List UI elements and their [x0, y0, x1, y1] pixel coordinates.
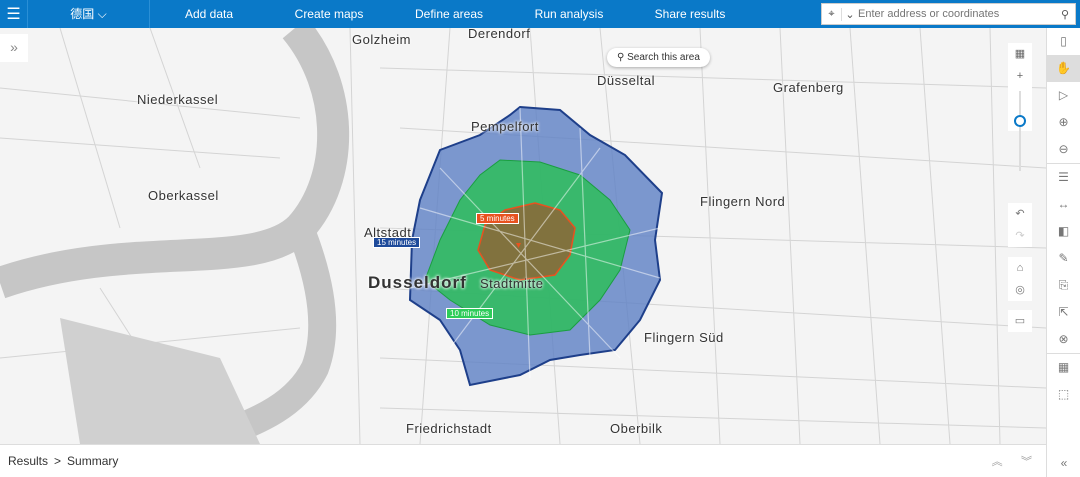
breadcrumb-results[interactable]: Results [8, 454, 48, 468]
qr-code-icon[interactable]: ▦ [1015, 43, 1025, 65]
search-area-label: Search this area [627, 52, 700, 63]
isochrone-label-15: 15 minutes [373, 237, 421, 248]
address-input[interactable] [858, 8, 1055, 20]
search-icon: ⚲ [617, 52, 625, 63]
place-label: Golzheim [352, 32, 411, 47]
undo-icon[interactable]: ↶ [1008, 203, 1032, 225]
region-selector[interactable]: 德国 ⌵ [28, 0, 150, 28]
breadcrumb-separator: > [54, 454, 62, 468]
breadcrumb-summary[interactable]: Summary [67, 454, 118, 468]
isochrone-label-10: 10 minutes [446, 308, 494, 319]
place-label: Düsseltal [597, 73, 655, 88]
layer-icon[interactable]: ◧ [1047, 218, 1080, 245]
place-label: Flingern Süd [644, 330, 724, 345]
undo-redo-group: ↶ ↷ [1008, 203, 1032, 247]
rhine-river [0, 28, 350, 299]
location-pin-icon[interactable]: ⌖ [822, 7, 842, 21]
expand-panel-button[interactable]: » [0, 34, 28, 62]
top-bar: ☰ 德国 ⌵ Add data Create maps Define areas… [0, 0, 1080, 28]
place-label: Friedrichstadt [406, 421, 492, 436]
select-arrow-icon[interactable]: ▷ [1047, 82, 1080, 109]
place-label: Oberkassel [148, 188, 219, 203]
tool-rail: ▯ ✋ ▷ ⊕ ⊖ ☰ ↔ ◧ ✎ ⎘ ⇱ ⊗ ▦ ⬚ « [1046, 28, 1080, 477]
table-icon[interactable]: ▦ [1047, 354, 1080, 381]
place-label: Flingern Nord [700, 194, 786, 209]
home-locate-group: ⌂ ◎ [1008, 257, 1032, 301]
fullscreen-icon[interactable]: ▭ [1008, 310, 1032, 332]
clear-icon[interactable]: ⊗ [1047, 326, 1080, 353]
nav-create-maps[interactable]: Create maps [295, 0, 364, 28]
isochrone-label-5: 5 minutes [476, 213, 519, 224]
zoom-slider-handle[interactable] [1014, 115, 1026, 127]
collapse-rail-icon[interactable]: « [1047, 450, 1080, 477]
select-features-icon[interactable]: ⬚ [1047, 381, 1080, 408]
search-icon[interactable]: ⚲ [1055, 8, 1075, 21]
place-label: Derendorf [468, 28, 531, 41]
pan-hand-icon[interactable]: ✋ [1047, 55, 1080, 82]
basemap [0, 28, 1046, 444]
results-bar: Results > Summary ︽ ︾ [0, 444, 1046, 477]
map-view[interactable]: » ⚲ Search this area Golzheim Derendorf … [0, 28, 1046, 444]
measure-icon[interactable]: ↔ [1047, 191, 1080, 218]
chevron-down-icon: ⌵ [97, 7, 107, 21]
home-icon[interactable]: ⌂ [1008, 257, 1032, 279]
search-this-area-button[interactable]: ⚲ Search this area [607, 48, 710, 67]
zoom-out-tool-icon[interactable]: ⊖ [1047, 136, 1080, 163]
zoom-control: ▦ + − [1008, 43, 1032, 171]
place-label: Niederkassel [137, 92, 219, 107]
place-label: Grafenberg [773, 80, 844, 95]
mouse-icon[interactable]: ▯ [1047, 28, 1080, 55]
nav-define-areas[interactable]: Define areas [415, 0, 483, 28]
nav-add-data[interactable]: Add data [185, 0, 233, 28]
place-label-city: Dusseldorf [368, 273, 467, 292]
expand-results-icons[interactable]: ︽ ︾ [992, 453, 1032, 469]
edit-icon[interactable]: ✎ [1047, 245, 1080, 272]
zoom-in-tool-icon[interactable]: ⊕ [1047, 109, 1080, 136]
place-label: Oberbilk [610, 421, 663, 436]
harbor [60, 318, 260, 444]
place-label: Pempelfort [471, 119, 539, 134]
add-document-icon[interactable]: ⎘ [1047, 272, 1080, 299]
chevron-down-icon[interactable]: ⌄ [842, 8, 858, 21]
region-label: 德国 [70, 7, 95, 21]
locate-icon[interactable]: ◎ [1008, 279, 1032, 301]
address-search[interactable]: ⌖ ⌄ ⚲ [821, 3, 1076, 25]
legend-list-icon[interactable]: ☰ [1047, 164, 1080, 191]
place-label: Stadtmitte [480, 276, 544, 291]
export-icon[interactable]: ⇱ [1047, 299, 1080, 326]
nav-run-analysis[interactable]: Run analysis [535, 0, 604, 28]
menu-icon[interactable]: ☰ [0, 0, 28, 28]
zoom-slider[interactable] [1008, 87, 1032, 171]
redo-icon[interactable]: ↷ [1008, 225, 1032, 247]
zoom-in-button[interactable]: + [1017, 65, 1023, 87]
nav-share-results[interactable]: Share results [655, 0, 726, 28]
